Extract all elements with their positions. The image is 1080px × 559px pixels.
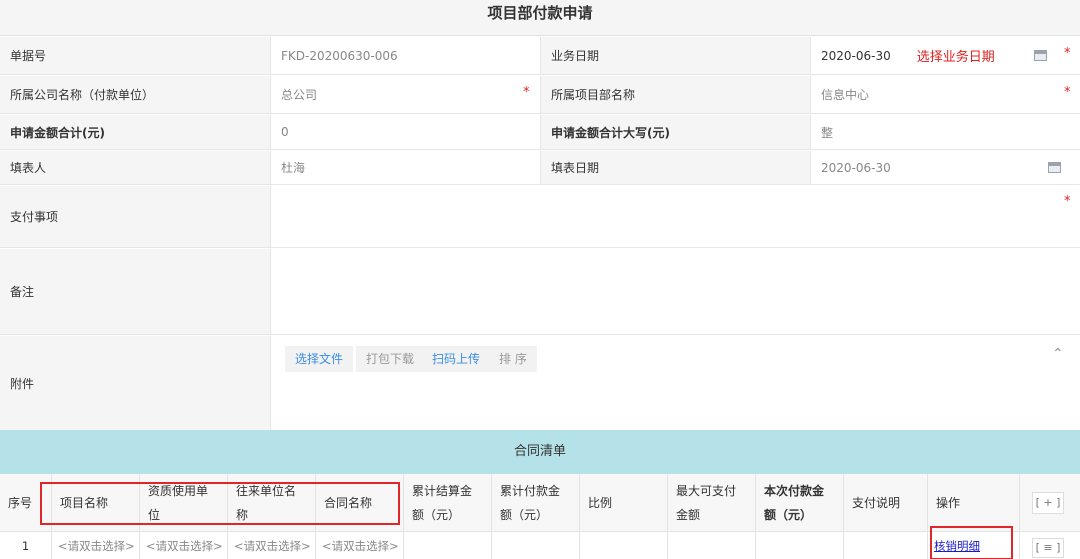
form-row-attach: 附件 <box>0 336 1080 430</box>
select-file-button[interactable]: 选择文件 <box>285 346 354 372</box>
cell-project[interactable]: <请双击选择> <box>52 532 140 559</box>
form-row-amount: 申请金额合计(元) 0 申请金额合计大写(元) 整 <box>0 115 1080 150</box>
required-mark: * <box>1064 46 1071 61</box>
row-index: 1 <box>0 532 52 559</box>
col-this-payment: 本次付款金额（元） <box>756 474 844 532</box>
cell-paid <box>492 532 580 559</box>
amount-upper-label: 申请金额合计大写(元) <box>540 115 810 149</box>
amount-upper-field: 整 <box>810 115 1080 149</box>
filler-field: 杜海 <box>270 151 540 184</box>
pay-item-label: 支付事项 <box>0 186 270 247</box>
pay-item-textarea[interactable] <box>270 186 1080 247</box>
biz-date-value: 2020-06-30 <box>821 48 891 63</box>
cell-contract[interactable]: <请双击选择> <box>316 532 404 559</box>
cell-pay-note[interactable] <box>844 532 928 559</box>
col-max-payable: 最大可支付金额 <box>668 474 756 532</box>
sort-button[interactable]: 排 序 <box>489 346 537 372</box>
filler-label: 填表人 <box>0 151 270 184</box>
form-row-pay-item: 支付事项 * <box>0 186 1080 248</box>
doc-no-field[interactable]: FKD-20200630-006 <box>270 37 540 74</box>
amount-field: 0 <box>270 115 540 149</box>
required-mark: * <box>1064 194 1071 209</box>
contract-list-title: 合同清单 <box>0 430 1080 474</box>
add-row-button[interactable]: [ + ] <box>1032 492 1064 514</box>
chevron-up-icon[interactable]: ⌃ <box>1052 346 1064 362</box>
doc-no-label: 单据号 <box>0 37 270 74</box>
calendar-icon[interactable] <box>1034 50 1047 61</box>
biz-date-label: 业务日期 <box>540 37 810 74</box>
company-label: 所属公司名称（付款单位） <box>0 76 270 113</box>
remark-textarea[interactable] <box>270 249 1080 334</box>
attach-label: 附件 <box>0 336 270 430</box>
cell-max-payable <box>668 532 756 559</box>
cell-this-payment[interactable] <box>756 532 844 559</box>
dept-label: 所属项目部名称 <box>540 76 810 113</box>
pack-download-button[interactable]: 打包下载 <box>356 346 425 372</box>
biz-date-hint: 选择业务日期 <box>916 50 995 65</box>
cell-qualification[interactable]: <请双击选择> <box>140 532 228 559</box>
dept-field[interactable]: 信息中心 <box>810 76 1080 113</box>
form-row-filler: 填表人 杜海 填表日期 2020-06-30 <box>0 151 1080 185</box>
col-operation: 操作 <box>928 474 1020 532</box>
fill-date-field: 2020-06-30 <box>810 151 1080 184</box>
col-pay-note: 支付说明 <box>844 474 928 532</box>
fill-date-label: 填表日期 <box>540 151 810 184</box>
required-mark: * <box>523 85 530 100</box>
row-menu-button[interactable]: [ ≡ ] <box>1032 538 1064 558</box>
cell-ratio <box>580 532 668 559</box>
calendar-icon <box>1048 162 1061 173</box>
cell-settled <box>404 532 492 559</box>
col-settled: 累计结算金额（元） <box>404 474 492 532</box>
remark-label: 备注 <box>0 249 270 334</box>
required-mark: * <box>1064 85 1071 100</box>
col-paid: 累计付款金额（元） <box>492 474 580 532</box>
highlight-box-operation <box>930 526 1013 559</box>
scan-upload-button[interactable]: 扫码上传 <box>422 346 491 372</box>
company-field[interactable]: 总公司 <box>270 76 540 113</box>
form-row-docno: 单据号 FKD-20200630-006 业务日期 2020-06-30 选择业… <box>0 37 1080 75</box>
page-title: 项目部付款申请 <box>0 0 1080 36</box>
form-row-company: 所属公司名称（付款单位） 总公司 * 所属项目部名称 信息中心 * <box>0 76 1080 114</box>
highlight-box-columns <box>40 482 400 525</box>
cell-partner[interactable]: <请双击选择> <box>228 532 316 559</box>
col-ratio: 比例 <box>580 474 668 532</box>
form-row-remark: 备注 <box>0 249 1080 335</box>
amount-label: 申请金额合计(元) <box>0 115 270 149</box>
